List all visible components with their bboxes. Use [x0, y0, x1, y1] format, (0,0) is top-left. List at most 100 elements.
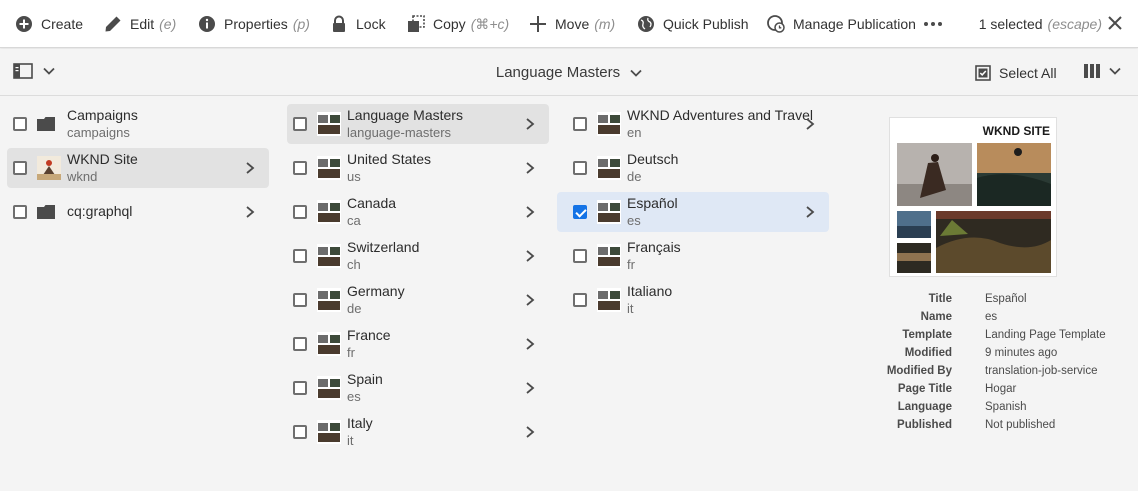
edit-button[interactable]: Edit (e) [104, 0, 176, 48]
header-title-area: Language Masters [0, 49, 1138, 96]
item-checkbox[interactable] [13, 117, 27, 131]
chevron-right-icon[interactable] [525, 426, 535, 438]
folder-icon [37, 205, 55, 219]
page-thumbnail-icon [597, 156, 621, 180]
lock-button[interactable]: Lock [330, 0, 386, 48]
content-header: Language Masters Select All [0, 49, 1138, 96]
item-checkbox[interactable] [573, 161, 587, 175]
item-name: es [627, 213, 641, 228]
item-checkbox[interactable] [573, 117, 587, 131]
chevron-right-icon[interactable] [525, 206, 535, 218]
location-dropdown[interactable]: Language Masters [496, 64, 642, 81]
item-name: de [347, 301, 362, 316]
select-all-button[interactable]: Select All [975, 49, 1057, 96]
move-button[interactable]: Move (m) [529, 0, 615, 48]
list-item[interactable]: France fr [287, 324, 549, 364]
meta-key: Modified By [886, 365, 952, 377]
meta-value: Landing Page Template [985, 329, 1106, 341]
create-label: Create [41, 16, 84, 32]
item-name: it [627, 301, 634, 316]
item-title: Language Masters [347, 107, 463, 123]
item-checkbox-checked[interactable] [573, 205, 587, 219]
list-item[interactable]: Deutsch de [567, 148, 829, 188]
properties-button[interactable]: Properties (p) [198, 0, 310, 48]
create-button[interactable]: Create [15, 0, 83, 48]
quick-publish-button[interactable]: Quick Publish [637, 0, 749, 48]
list-item[interactable]: Italy it [287, 412, 549, 452]
chevron-right-icon[interactable] [525, 162, 535, 174]
globe-icon [638, 16, 654, 32]
meta-key: Modified [904, 347, 952, 359]
move-shortcut: (m) [594, 16, 616, 32]
pencil-icon [105, 16, 121, 32]
chevron-right-icon[interactable] [525, 294, 535, 306]
item-title: Deutsch [627, 151, 679, 167]
meta-row: Language Spanish [889, 401, 1129, 419]
move-icon [530, 16, 546, 32]
list-item[interactable]: Spain es [287, 368, 549, 408]
list-item[interactable]: Language Masters language-masters [287, 104, 549, 144]
list-item[interactable]: Français fr [567, 236, 829, 276]
page-preview-thumbnail: WKND SITE [889, 117, 1057, 277]
item-checkbox[interactable] [13, 205, 27, 219]
chevron-right-icon[interactable] [805, 206, 815, 218]
item-checkbox[interactable] [293, 337, 307, 351]
item-name: ca [347, 213, 361, 228]
meta-value: 9 minutes ago [985, 347, 1058, 359]
item-checkbox[interactable] [293, 161, 307, 175]
item-checkbox[interactable] [293, 249, 307, 263]
copy-label: Copy [433, 16, 466, 32]
list-item[interactable]: Italiano it [567, 280, 829, 320]
chevron-right-icon[interactable] [525, 118, 535, 130]
list-item[interactable]: Canada ca [287, 192, 549, 232]
meta-key: Page Title [897, 383, 952, 395]
list-item[interactable]: cq:graphql [7, 192, 269, 232]
copy-button[interactable]: Copy (⌘+c) [407, 0, 509, 48]
item-title: Français [627, 239, 681, 255]
list-item-selected[interactable]: Español es [557, 192, 829, 232]
item-checkbox[interactable] [573, 293, 587, 307]
column-view-icon [1084, 64, 1100, 78]
more-actions-icon[interactable] [922, 0, 943, 48]
list-item[interactable]: Germany de [287, 280, 549, 320]
meta-row: Title Español [889, 293, 1129, 311]
item-checkbox[interactable] [293, 293, 307, 307]
chevron-right-icon[interactable] [245, 162, 255, 174]
page-thumbnail-icon [317, 244, 341, 268]
item-name: it [347, 433, 354, 448]
list-item[interactable]: United States us [287, 148, 549, 188]
view-switcher[interactable] [1083, 63, 1121, 79]
selection-count: 1 selected [978, 16, 1043, 32]
list-item[interactable]: WKND Site wknd [7, 148, 269, 188]
item-name: wknd [67, 169, 98, 184]
item-checkbox[interactable] [293, 425, 307, 439]
manage-publication-button[interactable]: Manage Publication [767, 0, 916, 48]
page-thumbnail-icon [317, 112, 341, 136]
properties-label: Properties [224, 16, 288, 32]
chevron-right-icon[interactable] [245, 206, 255, 218]
chevron-right-icon[interactable] [525, 382, 535, 394]
meta-value: Spanish [985, 401, 1027, 413]
chevron-right-icon[interactable] [805, 118, 815, 130]
item-name: ch [347, 257, 361, 272]
list-item[interactable]: Switzerland ch [287, 236, 549, 276]
item-name: us [347, 169, 361, 184]
item-title: Spain [347, 371, 383, 387]
item-title: Italy [347, 415, 373, 431]
chevron-right-icon[interactable] [525, 338, 535, 350]
list-item[interactable]: Campaigns campaigns [7, 104, 269, 144]
item-checkbox[interactable] [293, 117, 307, 131]
item-checkbox[interactable] [573, 249, 587, 263]
close-icon[interactable] [1106, 14, 1124, 32]
chevron-right-icon[interactable] [525, 250, 535, 262]
list-item[interactable]: WKND Adventures and Travel en [567, 104, 829, 144]
item-title: cq:graphql [67, 203, 133, 219]
item-name: es [347, 389, 361, 404]
lock-label: Lock [356, 16, 386, 32]
item-checkbox[interactable] [293, 381, 307, 395]
meta-key: Title [928, 293, 952, 305]
item-checkbox[interactable] [13, 161, 27, 175]
action-bar: Create Edit (e) Properties (p) Lock Copy… [0, 0, 1138, 48]
item-title: France [347, 327, 391, 343]
item-checkbox[interactable] [293, 205, 307, 219]
